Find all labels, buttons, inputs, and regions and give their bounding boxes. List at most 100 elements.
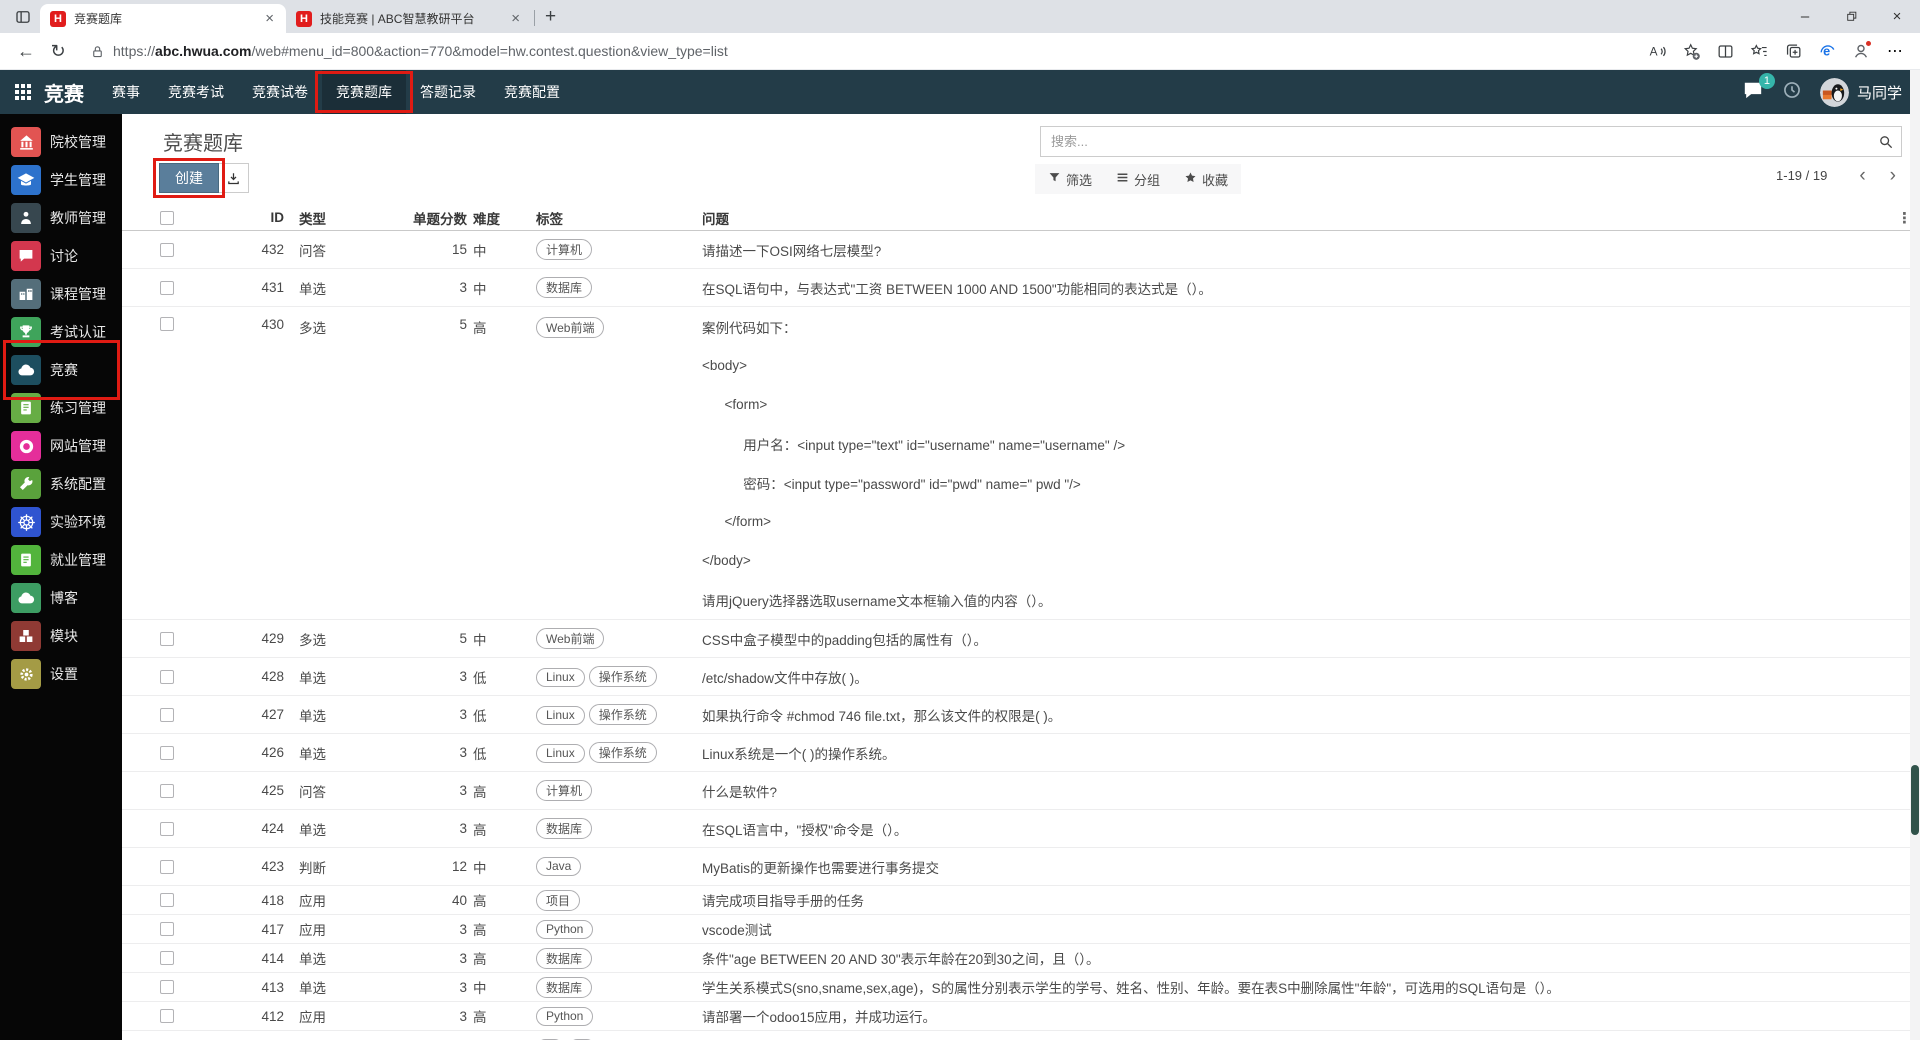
window-restore-button[interactable] (1828, 0, 1874, 33)
add-favorite-icon[interactable] (1676, 37, 1706, 65)
tab-close-icon[interactable]: × (509, 10, 522, 27)
table-row[interactable]: 423 判断 12 中 Java MyBatis的更新操作也需要进行事务提交 (122, 848, 1920, 886)
table-row[interactable]: 430 多选 5 高 Web前端 案例代码如下： <body> <form> 用户… (122, 307, 1920, 620)
row-checkbox[interactable] (160, 859, 174, 874)
browser-tab-active[interactable]: H 竞赛题库 × (40, 4, 286, 33)
nav-item-2[interactable]: 竞赛考试 (154, 70, 238, 114)
row-checkbox[interactable] (160, 707, 174, 722)
search-input[interactable] (1041, 134, 1871, 149)
browser-profile-avatar[interactable] (1846, 37, 1876, 65)
filter-button-2[interactable]: 分组 (1116, 170, 1160, 189)
split-screen-icon[interactable] (1710, 37, 1740, 65)
refresh-icon[interactable]: ↻ (42, 36, 74, 66)
row-checkbox[interactable] (160, 922, 174, 936)
window-minimize-button[interactable]: – (1782, 0, 1828, 33)
nav-item-6[interactable]: 竞赛配置 (490, 70, 574, 114)
row-checkbox[interactable] (160, 1009, 174, 1023)
row-checkbox[interactable] (160, 317, 174, 331)
table-row[interactable]: 424 单选 3 高 数据库 在SQL语言中，"授权"命令是（）。 (122, 810, 1920, 848)
create-button[interactable]: 创建 (153, 158, 225, 198)
pagination-prev-icon[interactable]: ‹ (1847, 166, 1877, 185)
favorites-bar-icon[interactable] (1744, 37, 1774, 65)
table-row[interactable]: 426 单选 3 低 Linux 操作系统 Linux系统是一个( )的操作系统。 (122, 734, 1920, 772)
sidebar-item-3[interactable]: 教师管理 (0, 199, 122, 237)
back-icon[interactable]: ← (10, 36, 42, 66)
column-header-difficulty[interactable]: 难度 (467, 208, 532, 228)
sidebar-item-1[interactable]: 院校管理 (0, 123, 122, 161)
ie-mode-icon[interactable]: e (1812, 37, 1842, 65)
sidebar-item-6[interactable]: 考试认证 (0, 313, 122, 351)
sidebar-item-11[interactable]: 实验环境 (0, 503, 122, 541)
cell-type: 单选 (299, 708, 326, 724)
row-checkbox[interactable] (160, 893, 174, 907)
scrollbar-thumb[interactable] (1911, 765, 1919, 835)
tab-actions-icon[interactable] (8, 4, 38, 30)
tab-close-icon[interactable]: × (263, 10, 276, 27)
new-tab-button[interactable]: + (545, 6, 556, 28)
sidebar-item-label: 练习管理 (50, 400, 106, 416)
table-row[interactable]: 429 多选 5 中 Web前端 CSS中盒子模型中的padding包括的属性有… (122, 620, 1920, 658)
row-checkbox[interactable] (160, 242, 174, 257)
activity-clock-icon[interactable] (1782, 80, 1802, 105)
row-checkbox[interactable] (160, 745, 174, 760)
sidebar-item-5[interactable]: 课程管理 (0, 275, 122, 313)
filter-label: 筛选 (1066, 172, 1093, 188)
select-all-checkbox[interactable] (160, 210, 174, 225)
column-header-question[interactable]: 问题 (700, 208, 1920, 228)
table-row[interactable]: 431 单选 3 中 数据库 在SQL语句中，与表达式"工资 BETWEEN 1… (122, 269, 1920, 307)
table-row[interactable]: 414 单选 3 高 数据库 条件"age BETWEEN 20 AND 30"… (122, 944, 1920, 973)
sidebar-item-14[interactable]: 模块 (0, 617, 122, 655)
column-header-tags[interactable]: 标签 (532, 208, 700, 228)
search-icon[interactable] (1871, 134, 1901, 150)
table-row[interactable]: 428 单选 3 低 Linux 操作系统 /etc/shadow文件中存放( )… (122, 658, 1920, 696)
table-row[interactable]: 417 应用 3 高 Python vscode测试 (122, 915, 1920, 944)
nav-item-1[interactable]: 赛事 (98, 70, 154, 114)
cell-id: 429 (261, 631, 284, 646)
sidebar-item-8[interactable]: 练习管理 (0, 389, 122, 427)
page-scrollbar[interactable] (1910, 70, 1920, 1040)
address-bar[interactable]: https://abc.hwua.com/web#menu_id=800&act… (74, 43, 1642, 59)
sidebar-item-12[interactable]: 就业管理 (0, 541, 122, 579)
table-row[interactable]: 427 单选 3 低 Linux 操作系统 如果执行命令 #chmod 746 f… (122, 696, 1920, 734)
messages-icon[interactable]: 1 (1742, 72, 1775, 105)
sidebar-item-2[interactable]: 学生管理 (0, 161, 122, 199)
sidebar-item-7[interactable]: 竞赛 (0, 340, 122, 400)
sidebar-item-13[interactable]: 博客 (0, 579, 122, 617)
nav-item-5[interactable]: 答题记录 (406, 70, 490, 114)
app-brand[interactable]: 竞赛 (40, 78, 98, 107)
collections-icon[interactable] (1778, 37, 1808, 65)
filter-button-1[interactable]: 筛选 (1048, 170, 1092, 189)
table-row[interactable] (122, 1031, 1920, 1040)
apps-grid-icon[interactable] (6, 70, 40, 114)
row-checkbox[interactable] (160, 783, 174, 798)
browser-tab-inactive[interactable]: H 技能竞赛 | ABC智慧教研平台 × (286, 4, 532, 33)
sidebar-item-4[interactable]: 讨论 (0, 237, 122, 275)
window-close-button[interactable]: × (1874, 0, 1920, 33)
table-row[interactable]: 413 单选 3 中 数据库 学生关系模式S(sno,sname,sex,age… (122, 973, 1920, 1002)
row-checkbox[interactable] (160, 280, 174, 295)
table-row[interactable]: 418 应用 40 高 项目 请完成项目指导手册的任务 (122, 886, 1920, 915)
table-row[interactable]: 425 问答 3 高 计算机 什么是软件? (122, 772, 1920, 810)
nav-item-3[interactable]: 竞赛试卷 (238, 70, 322, 114)
sidebar-item-9[interactable]: 网站管理 (0, 427, 122, 465)
column-header-id[interactable]: ID (184, 210, 285, 225)
table-row[interactable]: 412 应用 3 高 Python 请部署一个odoo15应用，并成功运行。 (122, 1002, 1920, 1031)
user-menu[interactable]: 马同学 (1819, 77, 1902, 107)
table-row[interactable]: 432 问答 15 中 计算机 请描述一下OSI网络七层模型? (122, 231, 1920, 269)
sidebar-item-10[interactable]: 系统配置 (0, 465, 122, 503)
column-header-type[interactable]: 类型 (284, 208, 412, 228)
read-aloud-icon[interactable]: A (1642, 37, 1672, 65)
row-checkbox[interactable] (160, 951, 174, 965)
row-checkbox[interactable] (160, 669, 174, 684)
row-checkbox[interactable] (160, 821, 174, 836)
export-download-button[interactable] (219, 163, 249, 193)
sidebar-item-15[interactable]: 设置 (0, 655, 122, 693)
row-checkbox[interactable] (160, 631, 174, 646)
browser-menu-icon[interactable]: ⋯ (1880, 37, 1910, 65)
cell-tags: 计算机 (532, 780, 700, 801)
nav-item-4[interactable]: 竞赛题库 (315, 70, 413, 114)
filter-button-3[interactable]: 收藏 (1184, 170, 1228, 189)
column-header-score[interactable]: 单题分数 (412, 208, 467, 228)
row-checkbox[interactable] (160, 980, 174, 994)
pagination-next-icon[interactable]: › (1878, 166, 1908, 185)
